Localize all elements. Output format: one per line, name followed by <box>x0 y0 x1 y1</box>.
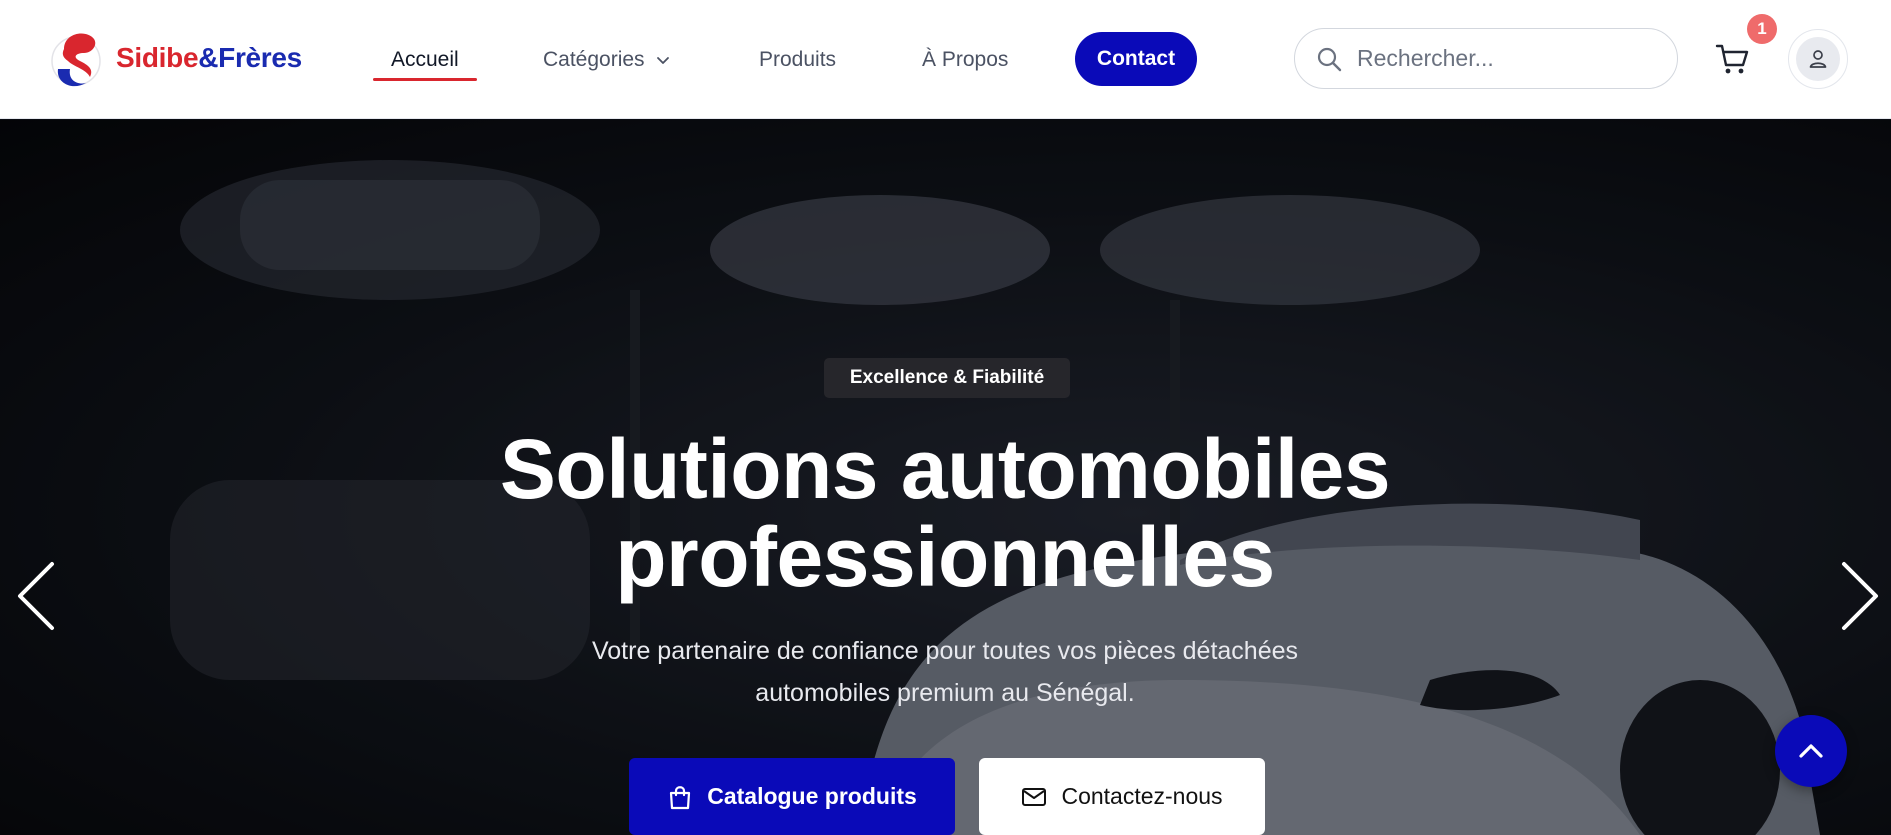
hero-banner: Excellence & Fiabilité Solutions automob… <box>0 120 1891 835</box>
hero-title-line1: Solutions automobiles <box>499 422 1391 516</box>
nav-about[interactable]: À Propos <box>922 44 1008 76</box>
nav-categories[interactable]: Catégories <box>543 44 671 76</box>
hero-title-line2: professionnelles <box>615 510 1275 604</box>
nav-products[interactable]: Produits <box>759 44 836 76</box>
cart-icon[interactable] <box>1714 41 1750 77</box>
catalog-button[interactable]: Catalogue produits <box>629 758 955 835</box>
chevron-left-icon[interactable] <box>14 560 58 632</box>
search-input[interactable] <box>1357 45 1657 72</box>
brand-name-part1: Sidibe <box>116 42 199 73</box>
search-icon <box>1317 47 1342 71</box>
user-account-button[interactable] <box>1788 29 1848 89</box>
logo-icon <box>51 33 101 87</box>
brand-logo[interactable]: Sidibe&Frères <box>50 22 340 94</box>
chevron-right-icon[interactable] <box>1838 560 1882 632</box>
contact-us-button-label: Contactez-nous <box>1061 783 1223 809</box>
contact-us-button[interactable]: Contactez-nous <box>979 758 1265 835</box>
scroll-to-top-button[interactable] <box>1775 715 1847 787</box>
hero-subtitle-line2: automobiles premium au Sénégal. <box>755 679 1135 707</box>
arrow-up-icon <box>1799 744 1823 758</box>
hero-subtitle-line1: Votre partenaire de confiance pour toute… <box>591 637 1299 665</box>
nav-active-indicator <box>373 78 477 81</box>
brand-name-part2: &Frères <box>198 42 302 73</box>
user-icon <box>1809 50 1827 68</box>
hero-title: Solutions automobiles professionnelles <box>345 425 1545 601</box>
avatar <box>1796 37 1840 81</box>
contact-button[interactable]: Contact <box>1075 32 1197 86</box>
cart-count-badge: 1 <box>1747 14 1777 44</box>
nav-categories-label: Catégories <box>543 48 645 71</box>
chevron-down-icon <box>656 57 669 64</box>
hero-subtitle: Votre partenaire de confiance pour toute… <box>545 630 1345 714</box>
hero-badge: Excellence & Fiabilité <box>824 358 1070 398</box>
shopping-bag-icon <box>670 785 691 809</box>
mail-icon <box>1022 787 1047 806</box>
site-header: Sidibe&Frères Accueil Catégories Produit… <box>0 0 1891 119</box>
search-bar[interactable] <box>1294 28 1678 89</box>
nav-home[interactable]: Accueil <box>391 44 459 76</box>
brand-name: Sidibe&Frères <box>116 42 302 74</box>
catalog-button-label: Catalogue produits <box>707 783 917 809</box>
